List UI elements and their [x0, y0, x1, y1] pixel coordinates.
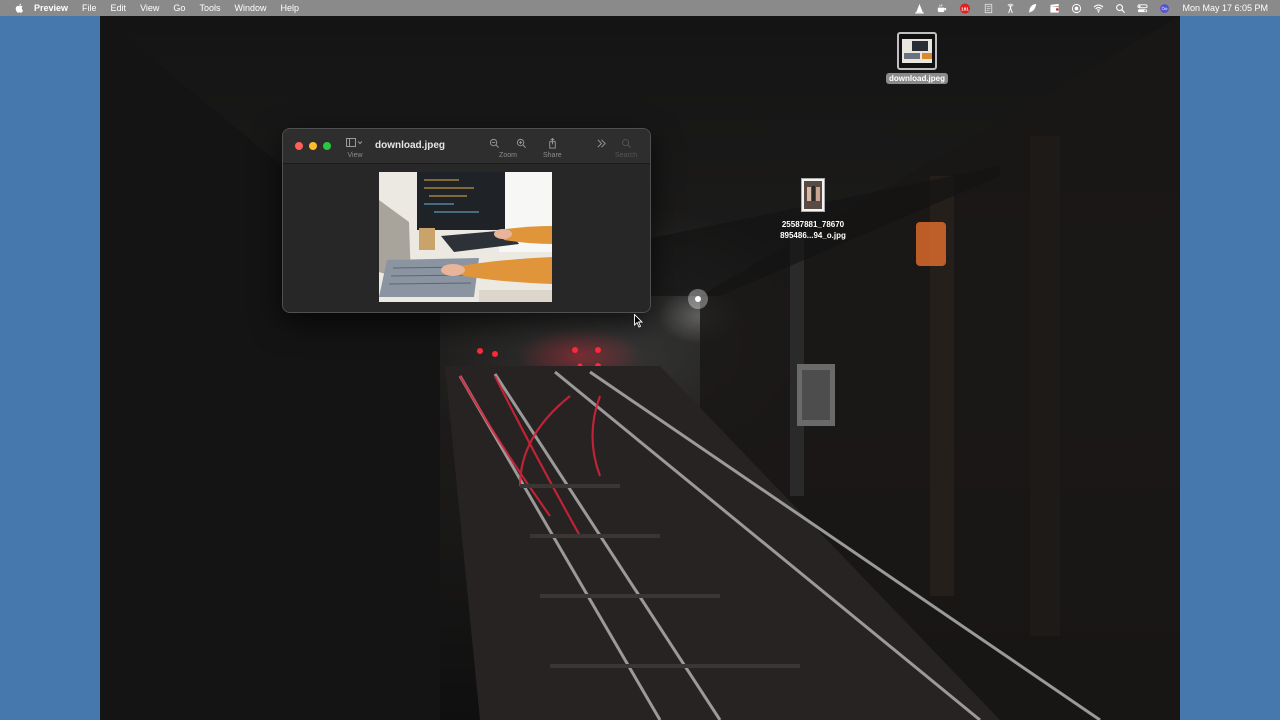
status-area: 181 Mon May 17 6:05 PM	[903, 0, 1268, 16]
cup-icon[interactable]	[936, 3, 947, 14]
preview-window: View download.jpeg Zoom Share Search	[282, 128, 651, 313]
radio-tower-icon[interactable]	[1005, 3, 1016, 14]
menu-app-preview[interactable]: Preview	[34, 3, 68, 13]
clapper-icon[interactable]	[1049, 3, 1060, 14]
zoom-out-icon[interactable]	[489, 138, 500, 149]
menu-edit[interactable]: Edit	[111, 3, 127, 13]
menu-help[interactable]: Help	[280, 3, 299, 13]
share-button[interactable]: Share	[543, 138, 562, 159]
zoom-window-button[interactable]	[323, 142, 331, 150]
file-thumbnail	[897, 32, 937, 70]
window-toolbar[interactable]: View download.jpeg Zoom Share Search	[283, 129, 650, 164]
apple-menu-icon[interactable]	[14, 3, 24, 13]
laptop-workspace-photo[interactable]	[379, 172, 552, 302]
desktop-file-25587881-jpg[interactable]: 25587881_78670 895486...94_o.jpg	[768, 178, 858, 241]
vlc-icon[interactable]	[914, 3, 925, 14]
zoom-in-icon[interactable]	[516, 138, 527, 149]
mouse-pointer-icon	[634, 314, 643, 328]
share-icon	[549, 138, 556, 149]
image-canvas[interactable]	[283, 164, 650, 312]
search-icon[interactable]	[1115, 3, 1126, 14]
desktop-file-label: download.jpeg	[886, 73, 948, 84]
sidebar-icon	[346, 138, 363, 147]
feather-icon[interactable]	[1027, 3, 1038, 14]
desktop-file-label-line1: 25587881_78670	[781, 220, 845, 229]
menu-go[interactable]: Go	[173, 3, 185, 13]
badge-count: 181	[962, 6, 970, 11]
more-toolbar-items[interactable]	[596, 138, 607, 149]
record-icon[interactable]	[1071, 3, 1082, 14]
wifi-icon[interactable]	[1093, 3, 1104, 14]
notification-badge-icon[interactable]: 181	[958, 2, 972, 14]
group-photo-thumbnail	[804, 181, 822, 209]
zoom-controls: Zoom	[489, 138, 527, 159]
laptop-photo-thumbnail	[902, 39, 932, 63]
share-label: Share	[543, 152, 562, 159]
file-thumbnail	[801, 178, 825, 212]
menu-view[interactable]: View	[140, 3, 159, 13]
zoom-label: Zoom	[499, 152, 517, 159]
menu-bar: Preview File Edit View Go Tools Window H…	[0, 0, 1280, 16]
doc-icon[interactable]	[983, 3, 994, 14]
minimize-window-button[interactable]	[309, 142, 317, 150]
desktop-wallpaper: download.jpeg 25587881_78670 895486...94…	[100, 16, 1180, 720]
search-icon	[621, 139, 631, 148]
view-button[interactable]: View	[346, 138, 364, 159]
desktop-file-download-jpeg[interactable]: download.jpeg	[886, 32, 948, 84]
control-center-icon[interactable]	[1137, 3, 1148, 14]
window-title: download.jpeg	[375, 140, 445, 151]
desktop-file-label-line2: 895486...94_o.jpg	[780, 231, 846, 240]
menu-clock[interactable]: Mon May 17 6:05 PM	[1182, 3, 1268, 13]
menu-file[interactable]: File	[82, 3, 97, 13]
search-label: Search	[615, 152, 638, 159]
siri-icon[interactable]	[1159, 3, 1170, 14]
search-button[interactable]: Search	[615, 138, 637, 159]
subway-tunnel-wallpaper	[100, 16, 1180, 720]
close-window-button[interactable]	[295, 142, 303, 150]
chevron-double-right-icon	[597, 139, 606, 148]
menu-tools[interactable]: Tools	[199, 3, 220, 13]
view-label: View	[347, 152, 363, 159]
menu-window[interactable]: Window	[234, 3, 266, 13]
